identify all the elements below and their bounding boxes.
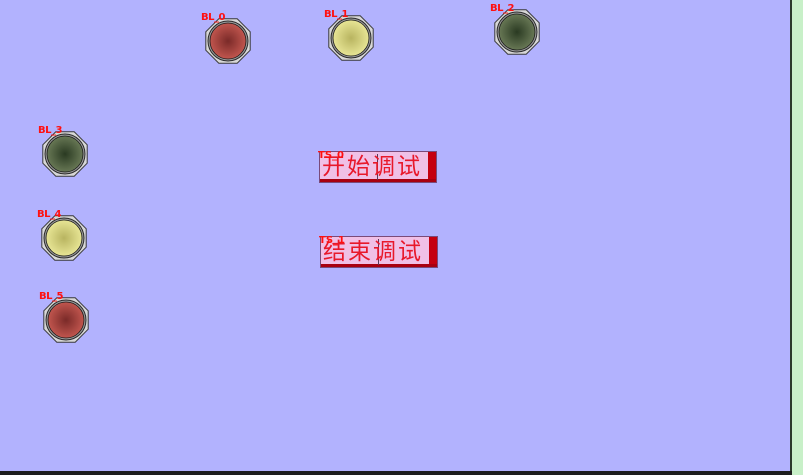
lamp-tag: BL_4 <box>37 209 61 220</box>
lamp-bl3-icon <box>42 131 88 177</box>
indicator-lamp-bl5: BL_5 <box>39 291 91 345</box>
lamp-tag: BL_2 <box>490 3 514 14</box>
indicator-lamp-bl4: BL_4 <box>37 209 89 263</box>
lamp-tag: BL_5 <box>39 291 63 302</box>
button-tag: TS_1 <box>319 235 345 246</box>
lamp-bl0-icon <box>205 18 251 64</box>
indicator-lamp-bl0: BL_0 <box>201 12 253 66</box>
lamp-bl1-icon <box>328 15 374 61</box>
lamp-lens <box>47 301 85 339</box>
lamp-bl2-icon <box>494 9 540 55</box>
lamp-lens <box>45 219 83 257</box>
window-bottom-border <box>0 471 792 475</box>
lamp-bl5-icon <box>43 297 89 343</box>
end-debug-button[interactable]: 结束调试 TS_1 <box>319 235 438 268</box>
lamp-lens <box>46 135 84 173</box>
lamp-tag: BL_0 <box>201 12 225 23</box>
window-right-strip <box>792 0 803 475</box>
start-debug-button[interactable]: 开始调试 TS_0 <box>318 150 437 183</box>
lamp-lens <box>209 22 247 60</box>
lamp-bl4-icon <box>41 215 87 261</box>
lamp-lens <box>332 19 370 57</box>
indicator-lamp-bl3: BL_3 <box>38 125 90 179</box>
indicator-lamp-bl2: BL_2 <box>490 3 542 57</box>
lamp-tag: BL_1 <box>324 9 348 20</box>
button-tag: TS_0 <box>318 150 344 161</box>
indicator-lamp-bl1: BL_1 <box>324 9 376 63</box>
lamp-lens <box>498 13 536 51</box>
lamp-tag: BL_3 <box>38 125 62 136</box>
